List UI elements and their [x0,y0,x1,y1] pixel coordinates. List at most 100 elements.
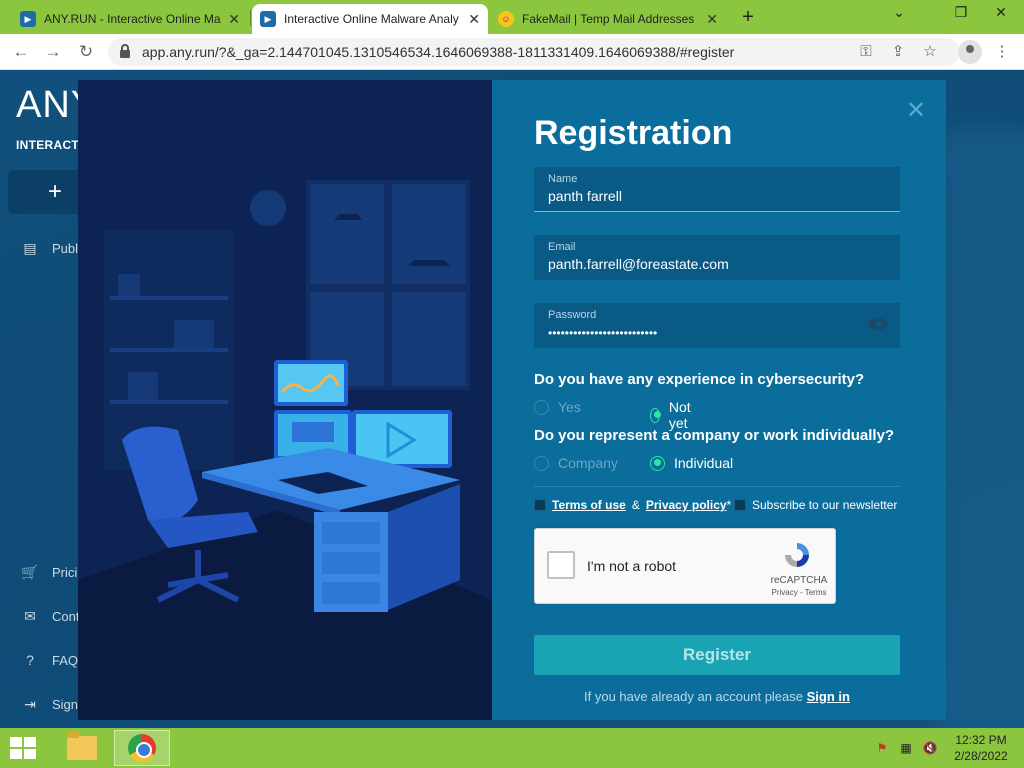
sign-in-link[interactable]: Sign in [807,689,850,704]
required-mark: * [726,498,732,512]
email-value[interactable]: panth.farrell@foreastate.com [548,256,729,272]
sidebar-item-pricing[interactable]: 🛒 Prici [21,562,78,582]
sidebar-item-contacts[interactable]: ✉ Cont [22,606,79,626]
profile-avatar[interactable] [958,40,982,64]
anyrun-favicon-icon: ▶ [260,11,276,27]
sidebar-item-label: Prici [52,564,78,580]
sidebar-item-label: Publ [52,240,79,256]
terms-checkbox[interactable] [534,499,546,511]
volume-muted-icon[interactable]: 🔇 [922,741,938,755]
fakemail-favicon-icon: ☺ [498,11,514,27]
radio-circle-icon [534,399,549,415]
ampersand: & [631,498,640,512]
sidebar-item-public[interactable]: ▤ Publ [22,238,78,258]
restore-window-icon[interactable]: ❐ [946,4,976,21]
key-icon[interactable]: ⚿ [856,42,876,62]
radio-yes[interactable]: Yes [534,399,581,415]
radio-company[interactable]: Company [534,455,618,471]
name-label: Name [548,173,578,185]
close-tab-icon[interactable]: ✕ [468,11,480,28]
sidebar-item-faq[interactable]: ? FAQ [22,650,78,670]
registration-title: Registration [534,114,733,152]
register-button[interactable]: Register [534,635,900,675]
workspace-illustration [78,80,492,720]
mail-icon: ✉ [24,607,36,624]
clock-date: 2/28/2022 [954,749,1008,763]
flag-icon[interactable]: ⚑ [874,741,890,755]
forward-icon[interactable]: → [42,41,64,63]
newsletter-option: Subscribe to our newsletter [734,497,897,513]
reload-icon[interactable]: ↻ [75,41,97,63]
chevron-down-icon[interactable]: ⌄ [884,4,914,21]
browser-toolbar: ← → ↻ app.any.run/?&_ga=2.144701045.1310… [0,34,1024,70]
sign-in-icon: ⇥ [24,695,36,712]
radio-circle-icon [534,455,549,471]
name-value[interactable]: panth farrell [548,188,622,204]
signin-prefix: If you have already an account please [584,689,803,704]
privacy-policy-link[interactable]: Privacy policy [646,498,727,512]
recaptcha-links[interactable]: Privacy - Terms [767,588,831,597]
company-question: Do you represent a company or work indiv… [534,427,895,444]
tab-anyrun[interactable]: ▶ ANY.RUN - Interactive Online Ma ✕ [12,4,248,34]
recaptcha-logo-icon [785,543,809,567]
new-tab-icon[interactable]: + [736,6,760,29]
registration-panel: ✕ Registration Name panth farrell Email … [492,80,946,720]
password-field[interactable]: Password •••••••••••••••••••••••••• [534,303,900,348]
name-field[interactable]: Name panth farrell [534,167,900,212]
radio-label: Individual [674,455,734,471]
anyrun-favicon-icon: ▶ [20,11,36,27]
background-glow [940,130,1024,728]
sidebar-item-sign-in[interactable]: ⇥ Sign [22,694,78,714]
menu-dots-icon[interactable]: ⋮ [992,42,1012,62]
radio-checked-icon [650,407,661,423]
url-text: app.any.run/?&_ga=2.144701045.1310546534… [142,44,735,60]
password-label: Password [548,309,597,321]
browser-tab-bar: ▶ ANY.RUN - Interactive Online Ma ✕ ▶ In… [0,0,1024,34]
radio-checked-icon [650,455,665,471]
tab-title: ANY.RUN - Interactive Online Ma [44,12,221,26]
lock-icon [120,44,130,58]
tab-fakemail[interactable]: ☺ FakeMail | Temp Mail Addresses ✕ [490,4,726,34]
password-value[interactable]: •••••••••••••••••••••••••• [548,326,657,340]
divider [534,486,900,487]
windows-taskbar: ⚑ ▦ 🔇 12:32 PM 2/28/2022 [0,728,1024,768]
newsletter-label: Subscribe to our newsletter [752,498,898,512]
back-icon[interactable]: ← [10,41,32,63]
radio-individual[interactable]: Individual [650,455,733,471]
newsletter-checkbox[interactable] [734,499,746,511]
recaptcha-checkbox[interactable] [547,551,575,579]
terms-agreement: Terms of use & Privacy policy * [534,497,731,513]
email-field[interactable]: Email panth.farrell@foreastate.com [534,235,900,280]
file-explorer-button[interactable] [54,730,110,766]
close-tab-icon[interactable]: ✕ [228,11,240,28]
anyrun-app-background: ANY INTERACTIVE + ▤ Publ 🛒 Prici ✉ Cont … [0,70,1024,728]
radio-label: Yes [558,399,581,415]
tab-separator [250,10,251,26]
windows-start-icon[interactable] [10,737,36,759]
recaptcha-brand: reCAPTCHA [770,575,828,586]
close-icon[interactable]: ✕ [906,96,926,125]
close-tab-icon[interactable]: ✕ [706,11,718,28]
tab-title: FakeMail | Temp Mail Addresses [522,12,695,26]
share-icon[interactable]: ⇪ [888,42,908,62]
email-label: Email [548,241,576,253]
registration-modal: ✕ Registration Name panth farrell Email … [78,80,946,720]
recaptcha-label: I'm not a robot [587,558,677,574]
cart-icon: 🛒 [21,563,39,580]
close-window-icon[interactable]: ✕ [986,4,1016,21]
sidebar-item-label: Sign [52,696,79,712]
recaptcha-widget: I'm not a robot reCAPTCHA Privacy - Term… [534,528,836,604]
tab-malware-analysis[interactable]: ▶ Interactive Online Malware Analy ✕ [252,4,488,34]
sidebar-item-label: FAQ [52,652,79,668]
sidebar-item-label: Cont [52,608,80,624]
address-bar[interactable]: app.any.run/?&_ga=2.144701045.1310546534… [108,38,960,66]
terms-of-use-link[interactable]: Terms of use [552,498,626,512]
bookmark-star-icon[interactable]: ☆ [920,42,940,62]
network-icon[interactable]: ▦ [898,741,914,755]
chrome-taskbar-button[interactable] [114,730,170,766]
signin-prompt: If you have already an account please Si… [534,689,900,704]
help-icon: ? [26,652,34,668]
taskbar-clock[interactable]: 12:32 PM 2/28/2022 [950,732,1012,764]
eye-icon[interactable] [868,318,888,330]
document-icon: ▤ [23,239,37,256]
